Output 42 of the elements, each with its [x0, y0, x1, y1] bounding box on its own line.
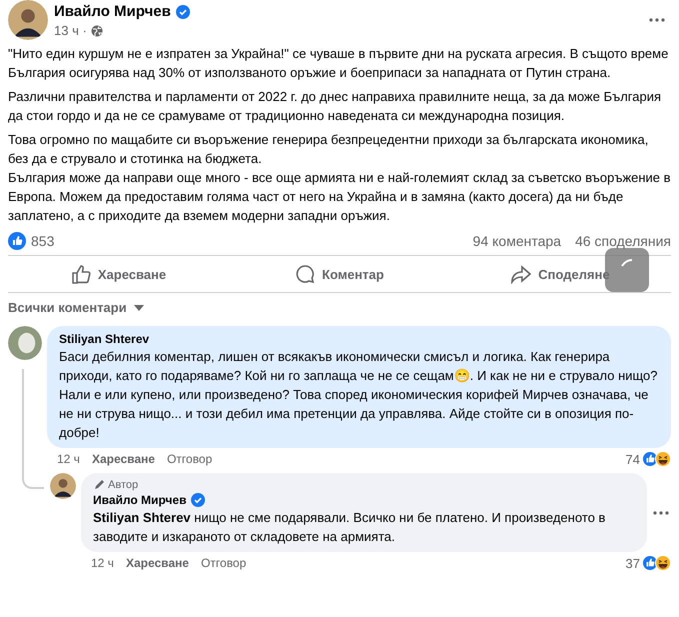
- author-name[interactable]: Ивайло Мирчев: [54, 3, 171, 20]
- post-paragraph: "Нито един куршум не е изпратен за Украйна!" се чуваше в първите дни на руската агресия. В същото време България осигурява над 30% от използваното оръжие и боеприпаси за нападната от Путин страна.: [8, 45, 670, 82]
- post-time[interactable]: 13 ч ·: [54, 23, 87, 38]
- comment-time[interactable]: 12 ч: [57, 452, 80, 466]
- comment-icon: [295, 264, 316, 284]
- share-count[interactable]: 46 споделяния: [575, 233, 671, 249]
- more-options-icon: [653, 510, 669, 514]
- reaction-count[interactable]: 853: [31, 233, 54, 249]
- comment-button[interactable]: Коментар: [229, 256, 450, 292]
- reply-link[interactable]: Отговор: [166, 452, 212, 466]
- avatar: [50, 473, 76, 499]
- like-link[interactable]: Харесване: [126, 556, 189, 570]
- mention-link[interactable]: Stiliyan Shterev: [93, 510, 191, 525]
- author-label: Автор: [108, 479, 138, 491]
- reaction-count[interactable]: 37: [626, 556, 640, 570]
- more-options-icon: [649, 18, 665, 22]
- comment-count[interactable]: 94 коментара: [472, 233, 562, 249]
- verified-icon: [176, 4, 190, 18]
- like-icon: [70, 264, 91, 284]
- laughing-face-icon: [655, 451, 671, 467]
- commenter-name[interactable]: Ивайло Мирчев: [93, 493, 186, 507]
- like-link[interactable]: Харесване: [92, 452, 155, 466]
- commenter-name[interactable]: Stiliyan Shterev: [59, 332, 150, 346]
- share-icon: [511, 264, 532, 284]
- caret-icon: [132, 304, 145, 312]
- laughing-face-icon: [655, 555, 671, 571]
- like-icon: [8, 232, 26, 250]
- avatar: [8, 326, 42, 360]
- verified-icon: [191, 493, 206, 507]
- avatar: [8, 0, 48, 40]
- spinner-icon: [620, 258, 634, 268]
- comment-time[interactable]: 12 ч: [91, 556, 114, 570]
- reaction-count[interactable]: 74: [626, 452, 640, 466]
- comment-text: Stiliyan Shterev нищо не сме подарявали. Всичко ни бе платено. И произведеното в заводите и изкараното от складовете на армията.: [93, 509, 606, 546]
- comment-text: Баси дебилния коментар, лишен от всякакъв икономически смисъл и логика. Как генерира приходи, като го подаряваме? Кой ни го заплаща че не се сещам😁. И как не ни е струвало нищо? Нали е или купено, или произведено? Това според икономическия корифей Мирчев означава, че не ни струва нищо... и този дебил има претенции да управлява. Айде стойте си в опозиция по-добре!: [59, 348, 659, 442]
- reply-link[interactable]: Отговор: [200, 556, 246, 570]
- like-button[interactable]: Харесване: [8, 256, 229, 292]
- globe-icon: [90, 24, 103, 36]
- post-paragraph: Различни правителства и парламенти от 2022 г. до днес направиха правилните неща, за да може България да стои гордо и да не се срамуваме от традиционно наведената си международна позиция.: [8, 88, 662, 125]
- comments-filter[interactable]: Всички коментари: [8, 293, 145, 322]
- pen-icon: [93, 479, 105, 491]
- post-paragraph: Това огромно по мащабите си въоръжение генерира безпрецедентни приходи за българската икономика, без да е струвало и стотинка на бюджета. България може да направи още много - все още армията ни е най-големият склад за съветско въоръжение в Европа. Можем да предоставим голяма част от него на Украйна и в замяна (както досега) да ни бъде заплатено, а с приходите да вземем модерни западни оръжия.: [8, 131, 671, 225]
